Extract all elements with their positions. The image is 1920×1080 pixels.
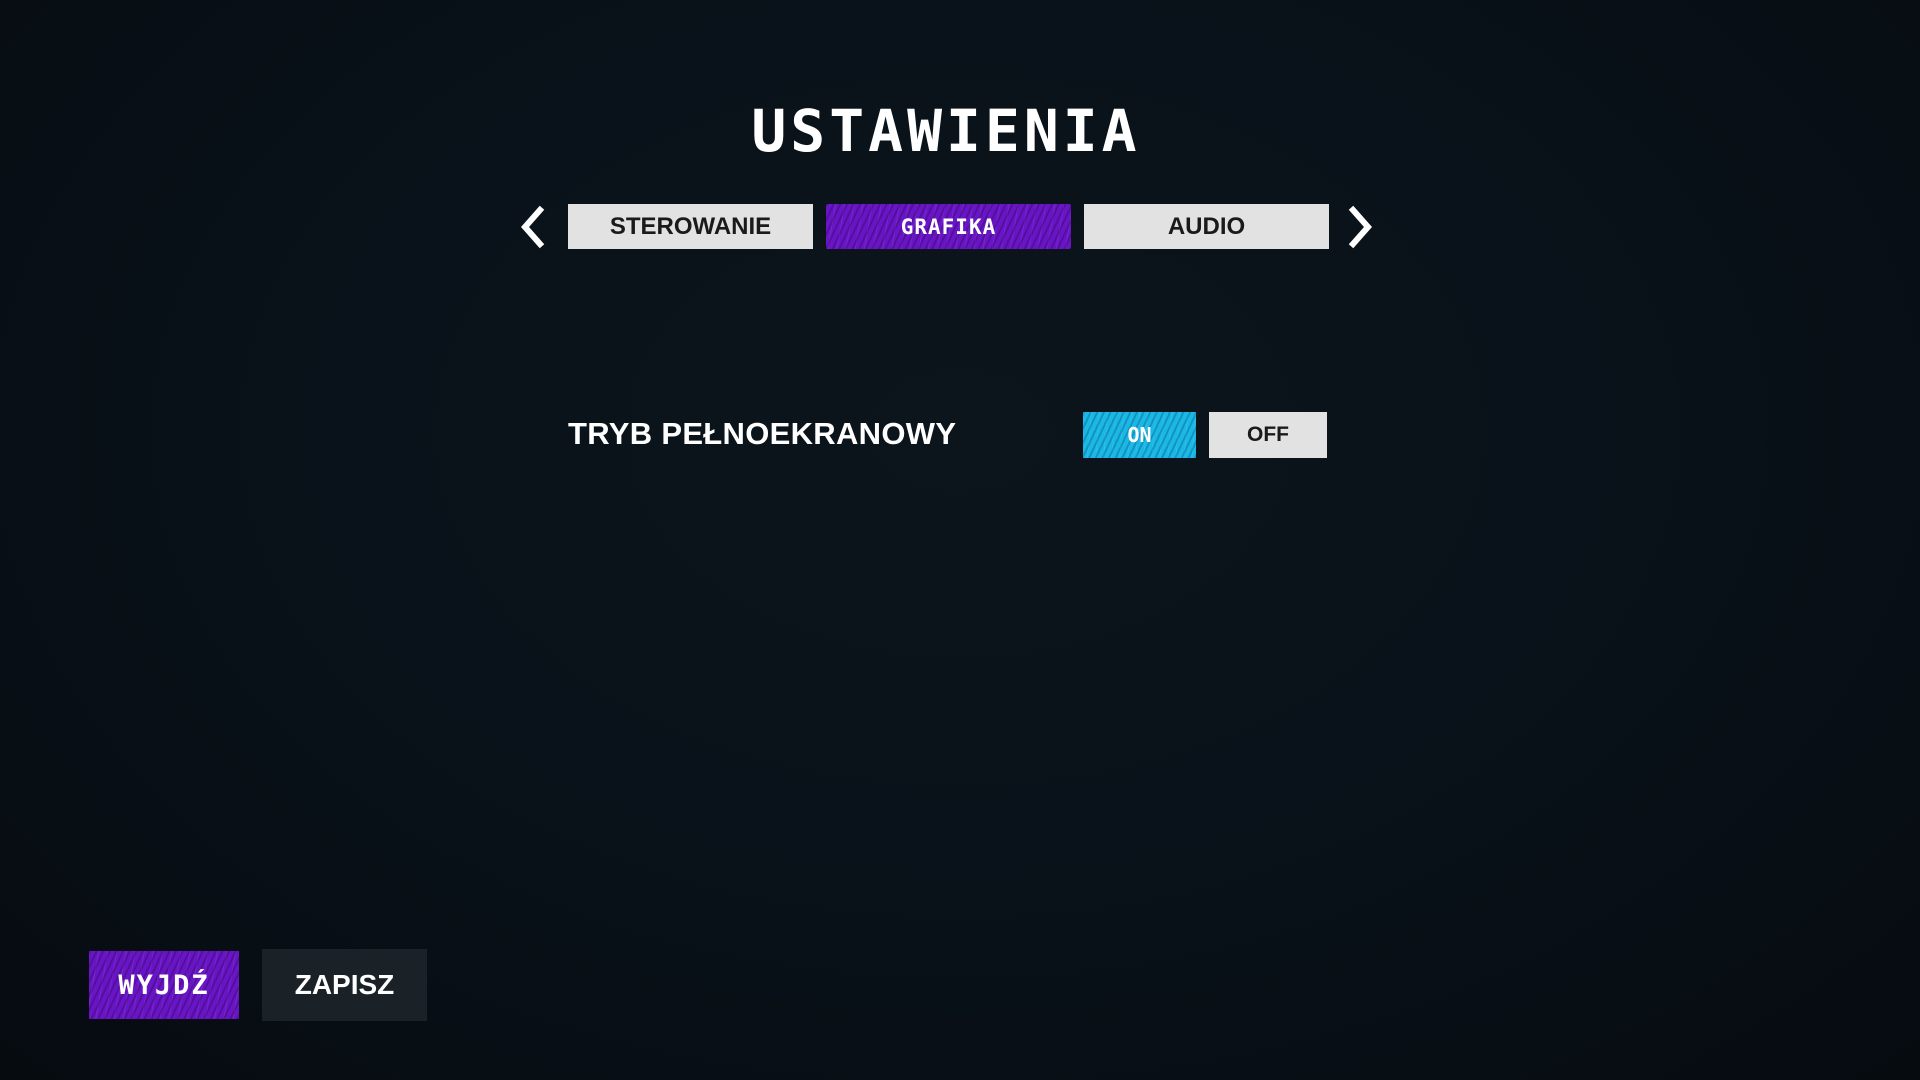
fullscreen-setting-label: TRYB PEŁNOEKRANOWY <box>568 416 957 451</box>
tab-audio[interactable]: AUDIO <box>1084 204 1329 249</box>
page-title: USTAWIENIA <box>751 97 1141 165</box>
tab-grafika[interactable]: GRAFIKA <box>826 204 1071 249</box>
tab-next-button[interactable] <box>1340 204 1380 250</box>
fullscreen-on-button[interactable]: ON <box>1083 412 1196 458</box>
tab-prev-button[interactable] <box>513 204 553 250</box>
tab-sterowanie[interactable]: STEROWANIE <box>568 204 813 249</box>
chevron-left-icon <box>520 205 545 249</box>
fullscreen-off-button[interactable]: OFF <box>1209 412 1327 458</box>
chevron-right-icon <box>1348 205 1373 249</box>
exit-button[interactable]: WYJDŹ <box>89 951 239 1019</box>
save-button[interactable]: ZAPISZ <box>262 949 427 1021</box>
